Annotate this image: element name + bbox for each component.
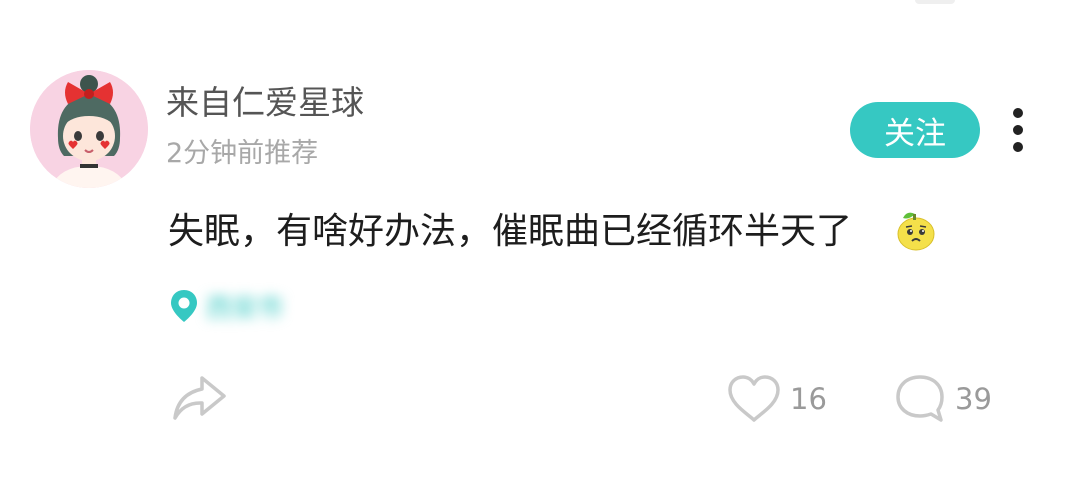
username[interactable]: 来自仁爱星球 — [166, 86, 364, 119]
location-tag[interactable]: 西安市 — [168, 286, 284, 326]
post-content: 失眠，有啥好办法，催眠曲已经循环半天了 — [168, 211, 853, 252]
share-arrow-icon — [173, 376, 226, 420]
more-dot — [1013, 125, 1023, 135]
post-timestamp: 2分钟前推荐 — [166, 138, 319, 169]
cartoon-girl-avatar-icon — [30, 70, 148, 188]
follow-button[interactable]: 关注 — [850, 102, 980, 158]
avatar[interactable] — [30, 70, 148, 188]
post-card: 来自仁爱星球 2分钟前推荐 关注 失眠，有啥好办法，催眠曲已经循环半天了 西安市 — [0, 0, 1080, 492]
share-button[interactable] — [170, 372, 228, 424]
location-pin-icon — [171, 290, 197, 322]
comment-count: 39 — [955, 382, 992, 416]
worried-lemon-emoji-icon — [893, 208, 937, 252]
heart-icon — [728, 375, 780, 422]
more-dot — [1013, 142, 1023, 152]
like-count: 16 — [790, 382, 827, 416]
more-vertical-icon — [1013, 108, 1023, 118]
comment-bubble-icon — [896, 375, 944, 422]
like-button[interactable]: 16 — [726, 372, 827, 426]
divider — [915, 0, 955, 4]
more-options-button[interactable] — [1004, 108, 1032, 152]
comment-button[interactable]: 39 — [893, 372, 992, 426]
location-text: 西安市 — [206, 293, 285, 324]
